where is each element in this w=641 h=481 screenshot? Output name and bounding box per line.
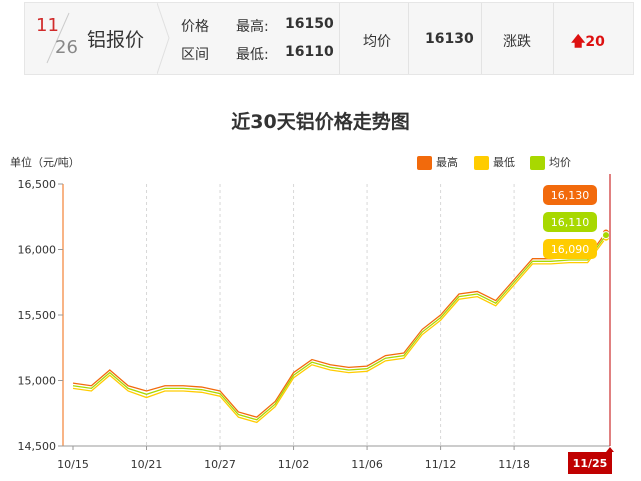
x-tick-label: 10/21 [131, 458, 163, 471]
x-tick-label: 11/12 [425, 458, 457, 471]
x-tick-label: 11/06 [351, 458, 383, 471]
y-tick-label: 15,500 [18, 309, 57, 322]
price-chart: 14,500 15,000 15,500 16,000 16,500 10/15 10/21… [18, 174, 614, 474]
y-tick-label: 14,500 [18, 440, 57, 453]
tooltip-value: 16,130 [551, 189, 590, 202]
x-tick-label: 11/02 [278, 458, 310, 471]
series-line-0 [72, 232, 607, 418]
last-data-point [602, 231, 610, 240]
tooltip-value: 16,110 [551, 216, 590, 229]
y-tick-label: 16,000 [18, 244, 57, 257]
series-line-2 [72, 234, 607, 421]
x-tick-label: 10/15 [57, 458, 89, 471]
y-tick-label: 16,500 [18, 178, 57, 191]
y-tick-label: 15,000 [18, 375, 57, 388]
tooltip-value: 16,090 [551, 243, 590, 256]
current-date-label: 11/25 [573, 457, 608, 470]
x-tick-label: 10/27 [204, 458, 236, 471]
x-tick-label: 11/18 [498, 458, 530, 471]
current-date-pointer [606, 447, 614, 452]
